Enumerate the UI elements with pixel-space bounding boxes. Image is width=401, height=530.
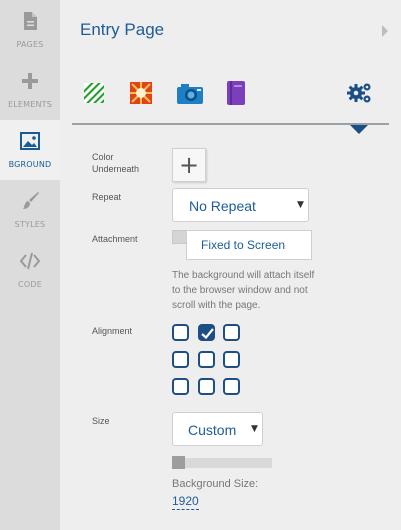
checkmark-icon <box>201 328 214 339</box>
sidebar-item-pages[interactable]: PAGES <box>0 0 60 60</box>
repeat-label: Repeat <box>92 192 122 202</box>
alignment-label: Alignment <box>92 326 133 336</box>
attachment-toggle[interactable]: Fixed to Screen <box>172 230 312 260</box>
camera-icon[interactable] <box>176 80 204 106</box>
toolbar-divider <box>72 123 389 125</box>
align-middle-right[interactable] <box>223 351 240 368</box>
sidebar-item-label: BGROUND <box>8 160 52 169</box>
sidebar-item-elements[interactable]: ELEMENTS <box>0 60 60 120</box>
code-icon <box>19 252 41 270</box>
sidebar-item-label: CODE <box>18 280 42 289</box>
align-bottom-right[interactable] <box>223 378 240 395</box>
align-bottom-left[interactable] <box>172 378 189 395</box>
plus-icon: + <box>178 151 200 179</box>
page-icon <box>24 12 37 30</box>
attachment-help-text: The background will attach itself to the… <box>172 270 315 311</box>
attachment-value: Fixed to Screen <box>201 238 286 252</box>
repeat-select[interactable]: No Repeat ▼ <box>172 188 309 222</box>
stripes-pattern-icon[interactable] <box>82 80 106 106</box>
repeat-value: No Repeat <box>189 198 256 214</box>
align-bottom-center[interactable] <box>198 378 215 395</box>
sidebar-item-label: PAGES <box>16 40 44 49</box>
align-middle-center[interactable] <box>198 351 215 368</box>
collapse-panel-icon[interactable] <box>382 25 388 37</box>
attachment-value-box[interactable]: Fixed to Screen <box>186 230 312 260</box>
align-middle-left[interactable] <box>172 351 189 368</box>
sunburst-image-icon[interactable] <box>129 80 153 106</box>
active-tool-caret <box>350 125 368 134</box>
alignment-grid <box>172 324 244 396</box>
gears-icon[interactable] <box>347 80 373 106</box>
image-icon <box>20 132 40 150</box>
sidebar-item-styles[interactable]: STYLES <box>0 180 60 240</box>
sidebar-item-label: ELEMENTS <box>7 100 53 109</box>
chevron-down-icon: ▼ <box>251 424 258 434</box>
attachment-label: Attachment <box>92 234 138 244</box>
size-slider-track[interactable] <box>172 458 272 468</box>
size-label: Size <box>92 416 110 426</box>
background-size-label: Background Size: <box>172 478 259 490</box>
chevron-down-icon: ▼ <box>297 200 304 210</box>
background-size-value[interactable]: 1920 <box>172 494 199 510</box>
background-type-toolbar <box>72 60 389 134</box>
sidebar-item-code[interactable]: CODE <box>0 240 60 300</box>
sidebar-item-label: STYLES <box>14 220 46 229</box>
book-icon[interactable] <box>224 80 248 106</box>
align-top-left[interactable] <box>172 324 189 341</box>
align-top-right[interactable] <box>223 324 240 341</box>
size-select[interactable]: Custom ▼ <box>172 412 263 446</box>
color-underneath-label: Color Underneath <box>92 152 140 174</box>
brush-icon <box>23 192 39 209</box>
sidebar: PAGES ELEMENTS BGROUND STYLES CODE <box>0 0 60 530</box>
size-value: Custom <box>188 422 237 438</box>
settings-panel: Entry Page Color Underneath + Repeat No … <box>60 0 401 530</box>
size-slider-handle[interactable] <box>172 456 185 469</box>
sidebar-item-bground[interactable]: BGROUND <box>0 120 60 180</box>
align-top-center[interactable] <box>198 324 215 341</box>
add-color-button[interactable]: + <box>172 148 206 182</box>
plus-icon <box>22 73 38 89</box>
page-title: Entry Page <box>80 20 165 39</box>
panel-header: Entry Page <box>60 0 401 60</box>
